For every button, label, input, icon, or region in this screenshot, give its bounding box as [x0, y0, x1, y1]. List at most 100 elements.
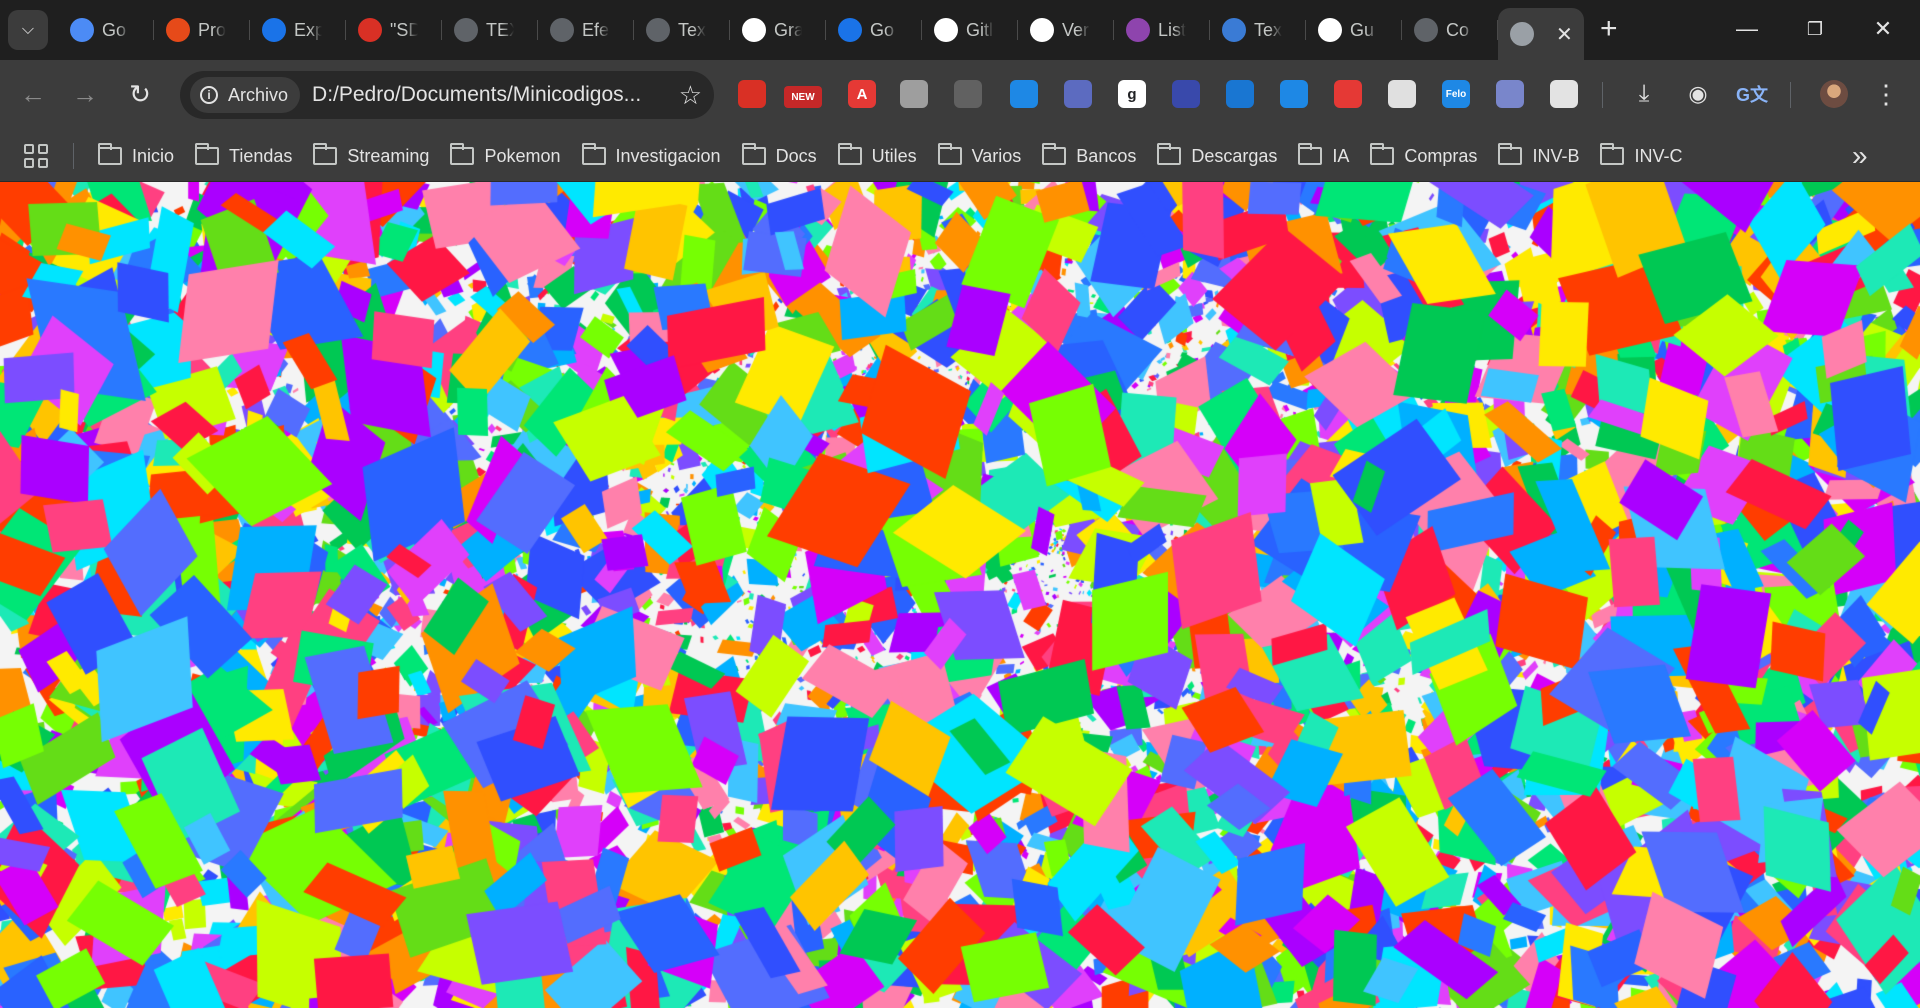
tab-search-button[interactable]: ⌵ — [8, 10, 48, 50]
tab[interactable]: Co — [1402, 8, 1498, 52]
magic-wand-icon[interactable] — [738, 80, 766, 108]
bookmark-label: Inicio — [132, 145, 175, 166]
avatar — [1820, 80, 1848, 108]
confetti-canvas[interactable] — [0, 182, 1920, 1008]
bookmark-folder[interactable]: Streaming — [313, 138, 437, 174]
tab[interactable]: Pro — [154, 8, 250, 52]
globe-icon — [646, 18, 670, 42]
bookmark-folder[interactable]: INV-C — [1600, 138, 1690, 174]
folder-icon — [581, 143, 606, 165]
more-bookmarks-chevron-icon[interactable]: » — [1852, 140, 1868, 172]
openai-icon — [1318, 18, 1342, 42]
bookmark-folder[interactable]: Pokemon — [450, 138, 568, 174]
minimize-button[interactable]: — — [1730, 12, 1764, 46]
reload-button[interactable]: ↻ — [122, 76, 158, 112]
translate-button[interactable]: G文 — [1734, 76, 1770, 112]
record-icon[interactable] — [1334, 80, 1362, 108]
bookmark-label: Tiendas — [229, 145, 293, 166]
forward-button[interactable]: → — [67, 76, 103, 112]
tab-title: Ver — [1062, 19, 1090, 40]
bookmark-star-icon[interactable]: ☆ — [679, 80, 702, 111]
back-button[interactable]: ← — [15, 76, 51, 112]
bookmark-folder[interactable]: INV-B — [1498, 138, 1587, 174]
menu-button[interactable]: ⋮ — [1868, 76, 1904, 112]
new-badge-label: NEW — [791, 91, 815, 103]
downloads-button[interactable]: ⤓ — [1626, 76, 1662, 112]
image-icon[interactable] — [954, 80, 982, 108]
globe-icon — [1510, 22, 1534, 46]
address-bar[interactable]: i Archivo D:/Pedro/Documents/Minicodigos… — [180, 71, 714, 119]
site-info-label: Archivo — [228, 84, 289, 105]
butterfly-icon — [262, 18, 286, 42]
bookmark-label: Investigacion — [615, 145, 721, 166]
tab[interactable]: Tex — [634, 8, 730, 52]
puzzle-icon[interactable] — [1550, 80, 1578, 108]
bookmark-folder[interactable]: Inicio — [98, 138, 182, 174]
tab-strip: ⌵ Go Pro Exp "SD TEX Efe Tex Gra Go Gitl Ver List Te… — [0, 0, 1920, 60]
grammarly-label: g — [1127, 85, 1137, 103]
tab-active[interactable]: ✕ — [1498, 8, 1584, 60]
new-tab-button[interactable]: + — [1600, 14, 1618, 44]
bookmark-folder[interactable]: Tiendas — [195, 138, 300, 174]
new-badge-icon[interactable]: NEW — [784, 86, 822, 108]
folder-icon — [313, 143, 338, 165]
tab[interactable]: Exp — [250, 8, 346, 52]
tab-title: "SD — [390, 19, 418, 40]
folder-icon — [98, 143, 122, 165]
download-icon: ⤓ — [1638, 80, 1650, 107]
profile-button[interactable] — [1816, 76, 1852, 112]
tab[interactable]: Gra — [730, 8, 826, 52]
screen-icon[interactable] — [1280, 80, 1308, 108]
folder-icon — [837, 143, 862, 165]
close-window-button[interactable]: ✕ — [1866, 12, 1900, 46]
tab[interactable]: Gu — [1306, 8, 1402, 52]
lines-icon[interactable] — [1388, 80, 1416, 108]
tab[interactable]: Tex — [1210, 8, 1306, 52]
calendar-50-icon — [358, 18, 382, 42]
bookmark-folder[interactable]: Compras — [1370, 138, 1485, 174]
screenshot-button[interactable]: ◉ — [1680, 76, 1716, 112]
restore-icon: ❐ — [1806, 18, 1824, 39]
tab[interactable]: Gitl — [922, 8, 1018, 52]
bookmark-folder[interactable]: Bancos — [1042, 138, 1144, 174]
grammarly-icon[interactable]: g — [1118, 80, 1146, 108]
folder-icon — [195, 143, 220, 165]
tab[interactable]: Go — [826, 8, 922, 52]
felo-icon[interactable]: Felo — [1442, 80, 1470, 108]
tab[interactable]: Go — [58, 8, 154, 52]
bookmark-label: Bancos — [1076, 145, 1137, 166]
download-arrow-icon[interactable] — [1010, 80, 1038, 108]
more-vert-icon: ⋮ — [1873, 78, 1899, 109]
tab[interactable]: "SD — [346, 8, 442, 52]
bookmark-folder[interactable]: Investigacion — [581, 138, 729, 174]
lock-icon[interactable] — [1172, 80, 1200, 108]
bookmark-label: Compras — [1404, 145, 1478, 166]
tab[interactable]: Ver — [1018, 8, 1114, 52]
tab-title: Tex — [1254, 19, 1282, 40]
bookmark-folder[interactable]: Docs — [741, 138, 825, 174]
adblock-icon[interactable]: A — [848, 80, 876, 108]
tab[interactable]: List — [1114, 8, 1210, 52]
tab[interactable]: TEX — [442, 8, 538, 52]
bottle-icon[interactable] — [900, 80, 928, 108]
bookmark-label: Streaming — [347, 145, 430, 166]
site-info-chip[interactable]: i Archivo — [190, 77, 301, 113]
url-text[interactable]: D:/Pedro/Documents/Minicodigos... — [312, 83, 641, 107]
plus-cross-icon[interactable] — [1226, 80, 1254, 108]
bookmark-folder[interactable]: IA — [1298, 138, 1357, 174]
bookmark-folder[interactable]: Utiles — [837, 138, 925, 174]
minimize-icon: — — [1736, 16, 1758, 41]
tab-title: Go — [102, 19, 127, 40]
ghost-icon[interactable] — [1496, 80, 1524, 108]
wikipedia-icon — [742, 18, 766, 42]
folder-icon — [741, 143, 766, 165]
close-icon[interactable]: ✕ — [1556, 22, 1573, 47]
bookmark-folder[interactable]: Descargas — [1157, 138, 1285, 174]
translate-icon[interactable] — [1064, 80, 1092, 108]
bookmark-label: Varios — [971, 145, 1022, 166]
restore-button[interactable]: ❐ — [1798, 12, 1832, 46]
tt-icon — [1222, 18, 1246, 42]
tab[interactable]: Efe — [538, 8, 634, 52]
apps-grid-icon[interactable] — [24, 144, 48, 168]
bookmark-folder[interactable]: Varios — [937, 138, 1030, 174]
